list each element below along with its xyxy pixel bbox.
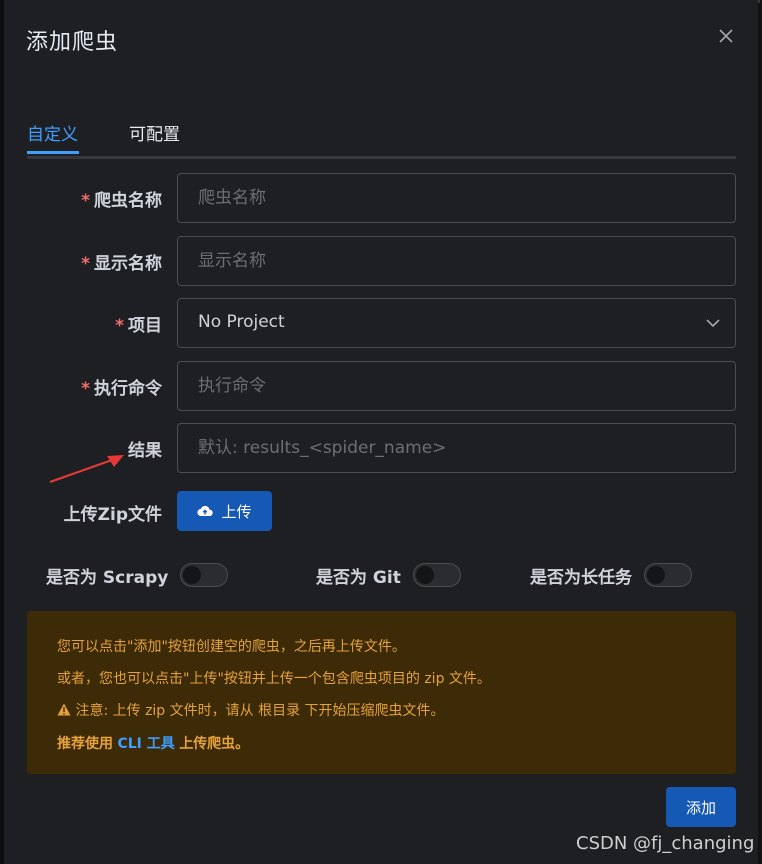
scrapy-toggle-group: 是否为 Scrapy <box>46 558 229 592</box>
results-input[interactable] <box>178 424 735 472</box>
display-name-label-text: 显示名称 <box>94 254 162 274</box>
upload-button-label: 上传 <box>221 502 252 521</box>
project-select-value: No Project <box>198 312 285 332</box>
required-mark: * <box>81 191 90 211</box>
required-mark: * <box>115 316 124 336</box>
cloud-upload-icon <box>197 505 214 517</box>
alert-line-4: 推荐使用 CLI 工具 上传爬虫。 <box>57 733 249 753</box>
command-input[interactable] <box>178 362 735 410</box>
command-field-box <box>177 361 736 411</box>
alert-line-1: 您可以点击"添加"按钮创建空的爬虫，之后再上传文件。 <box>57 639 406 655</box>
long-task-toggle-group: 是否为长任务 <box>530 558 692 592</box>
alert-recommend-prefix: 推荐使用 <box>57 736 113 752</box>
spider-name-input[interactable] <box>178 174 735 222</box>
toggle-row: 是否为 Scrapy 是否为 Git 是否为长任务 <box>4 558 758 592</box>
alert-line-3: 注意: 上传 zip 文件时，请从 根目录 下开始压缩爬虫文件。 <box>57 700 445 720</box>
form-row-project: * 项目 No Project <box>4 298 758 348</box>
display-name-label: * 显示名称 <box>81 249 162 274</box>
switch-knob <box>415 566 434 584</box>
form-row-command: * 执行命令 <box>4 361 758 411</box>
add-button[interactable]: 添加 <box>666 787 736 827</box>
required-mark: * <box>81 254 90 274</box>
command-label-text: 执行命令 <box>94 379 162 399</box>
long-task-toggle-label: 是否为长任务 <box>530 567 632 588</box>
alert-line-2: 或者，您也可以点击"上传"按钮并上传一个包含爬虫项目的 zip 文件。 <box>57 671 491 687</box>
warning-icon <box>57 703 71 716</box>
switch-knob <box>647 566 665 584</box>
alert-line-3-text: 注意: 上传 zip 文件时，请从 根目录 下开始压缩爬虫文件。 <box>75 703 445 719</box>
annotation-arrow-icon <box>49 455 124 484</box>
switch-knob <box>183 566 202 584</box>
tab-custom[interactable]: 自定义 <box>27 120 78 145</box>
spider-name-label-text: 爬虫名称 <box>94 191 162 211</box>
alert-recommend-suffix: 上传爬虫。 <box>179 736 250 752</box>
close-button[interactable] <box>716 26 736 46</box>
required-mark: * <box>81 379 90 399</box>
results-label: 结果 <box>128 441 162 461</box>
form-row-spider-name: * 爬虫名称 <box>4 173 758 223</box>
command-label: * 执行命令 <box>81 374 162 399</box>
cli-tool-link[interactable]: CLI 工具 <box>117 736 174 752</box>
display-name-field-box <box>177 236 736 286</box>
display-name-input[interactable] <box>178 237 735 285</box>
spider-name-label: * 爬虫名称 <box>81 186 162 211</box>
project-label: * 项目 <box>115 311 162 336</box>
spider-name-field-box <box>177 173 736 223</box>
upload-button[interactable]: 上传 <box>177 491 272 531</box>
scrapy-toggle-label: 是否为 Scrapy <box>46 567 169 588</box>
git-switch[interactable] <box>412 563 461 587</box>
tab-bar: 自定义 可配置 <box>27 116 736 159</box>
dialog-title: 添加爬虫 <box>26 30 119 55</box>
close-icon <box>719 29 733 43</box>
git-toggle-group: 是否为 Git <box>316 558 461 592</box>
form-row-display-name: * 显示名称 <box>4 236 758 286</box>
active-tab-indicator <box>27 151 79 154</box>
results-field-box <box>177 423 736 473</box>
scrapy-switch[interactable] <box>180 563 229 587</box>
long-task-switch[interactable] <box>644 563 692 587</box>
add-spider-dialog: 添加爬虫 自定义 可配置 *爬虫名称 *显示名称 *项目 No Project <box>4 0 758 864</box>
chevron-down-icon <box>706 319 720 328</box>
info-alert: 您可以点击"添加"按钮创建空的爬虫，之后再上传文件。 或者，您也可以点击"上传"… <box>27 611 736 774</box>
project-select[interactable]: No Project <box>177 298 736 348</box>
form-row-upload: 上传Zip文件 上传 <box>4 491 758 531</box>
project-label-text: 项目 <box>128 316 162 336</box>
upload-label: 上传Zip文件 <box>63 505 162 525</box>
watermark: CSDN @fj_changing <box>576 833 755 854</box>
tab-configurable[interactable]: 可配置 <box>129 120 180 145</box>
git-toggle-label: 是否为 Git <box>316 567 401 588</box>
